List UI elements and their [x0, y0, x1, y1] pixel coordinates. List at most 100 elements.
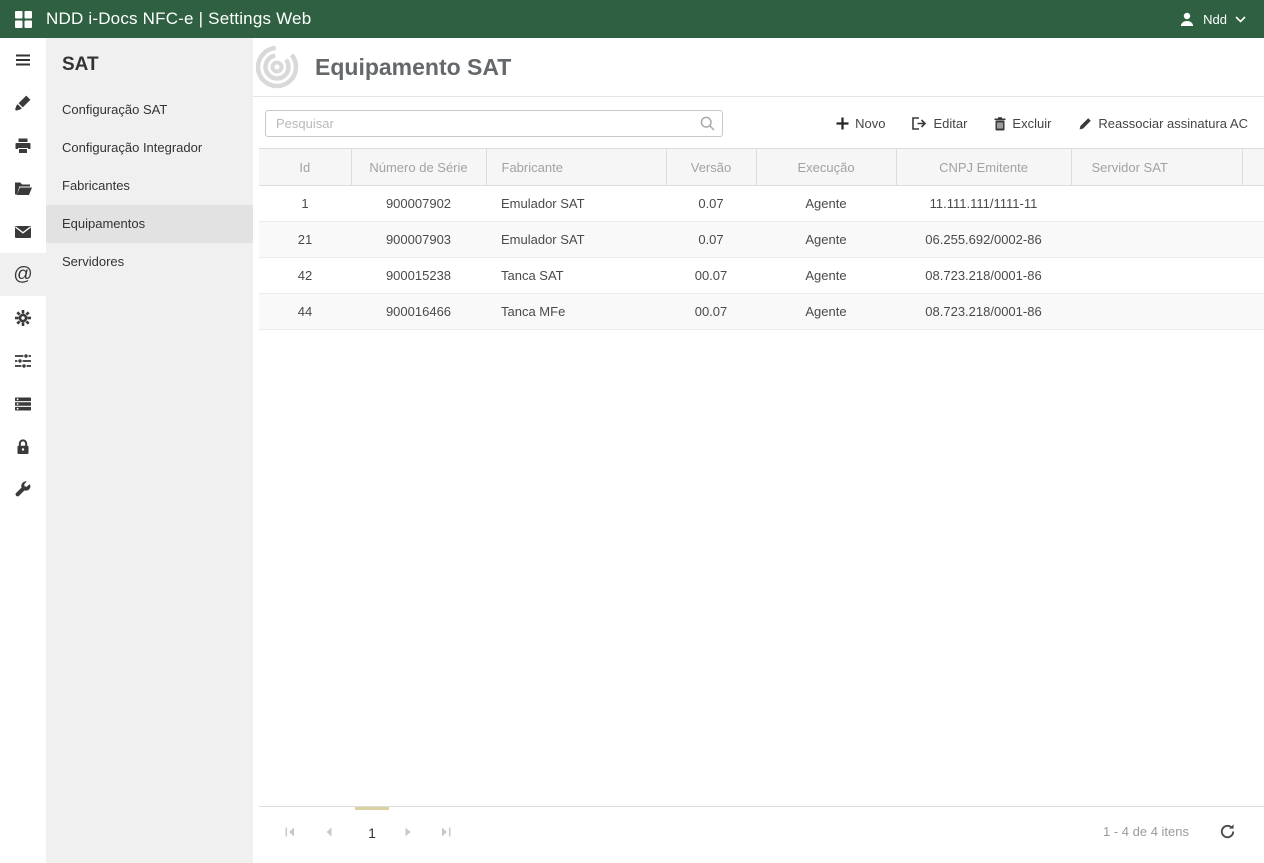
app-title: NDD i-Docs NFC-e | Settings Web [46, 9, 312, 28]
sidebar-item-servidores[interactable]: Servidores [46, 243, 253, 281]
rail-item-design[interactable] [0, 81, 46, 124]
app-grid-icon[interactable] [0, 10, 46, 29]
envelope-icon [15, 225, 31, 238]
refresh-button[interactable] [1219, 823, 1236, 840]
sidebar-item-configuracao-sat[interactable]: Configuração SAT [46, 91, 253, 129]
rail-item-menu[interactable] [0, 38, 46, 81]
chevron-down-icon [1235, 15, 1246, 23]
queue-icon [15, 397, 31, 410]
table-cell [1071, 185, 1242, 222]
table-cell: Agente [756, 185, 896, 222]
user-menu[interactable]: Ndd [1179, 11, 1246, 27]
reassociar-assinatura-button[interactable]: Reassociar assinatura AC [1078, 116, 1248, 131]
gear-icon [15, 309, 31, 326]
excluir-button[interactable]: Excluir [994, 116, 1051, 131]
table-body: 1 900007902 Emulador SAT 0.07 Agente 11.111.1… [259, 185, 1264, 330]
last-page-button[interactable] [433, 819, 459, 845]
equipment-grid: Id Número de Série Fabricante Versão Execuçã… [259, 148, 1264, 863]
table-cell: 1 [259, 185, 351, 222]
rail-item-at[interactable]: @ [0, 253, 46, 296]
trash-icon [994, 116, 1006, 130]
pager-info: 1 - 4 de 4 itens [1103, 824, 1189, 839]
table-cell: 44 [259, 293, 351, 330]
column-header[interactable]: Execução [755, 148, 896, 186]
rail-item-settings[interactable] [0, 296, 46, 339]
search-box [265, 110, 723, 137]
rail-item-printer[interactable] [0, 124, 46, 167]
pencil-icon [1080, 117, 1092, 129]
table-row[interactable]: 1 900007902 Emulador SAT 0.07 Agente 11.111.1… [259, 185, 1264, 222]
rail-item-documents[interactable] [0, 167, 46, 210]
rail-item-security[interactable] [0, 425, 46, 468]
table-cell [1071, 257, 1242, 294]
table-cell: Agente [756, 257, 896, 294]
table-cell: Emulador SAT [486, 185, 666, 222]
refresh-icon [1220, 824, 1235, 839]
table-cell: 21 [259, 221, 351, 258]
prev-page-button[interactable] [315, 819, 341, 845]
column-header[interactable]: Id [259, 148, 351, 186]
next-page-button[interactable] [395, 819, 421, 845]
printer-icon [15, 138, 31, 154]
main-content: Equipamento SAT Novo [253, 38, 1264, 863]
first-page-button[interactable] [277, 819, 303, 845]
table-cell: Emulador SAT [486, 221, 666, 258]
table-cell: 06.255.692/0002-86 [896, 221, 1071, 258]
novo-button[interactable]: Novo [836, 116, 885, 131]
table-cell: 0.07 [666, 185, 756, 222]
wrench-icon [15, 480, 31, 496]
icon-rail: @ [0, 38, 46, 863]
header-scrollbar-spacer [1241, 148, 1264, 186]
sidebar-item-configuracao-integrador[interactable]: Configuração Integrador [46, 129, 253, 167]
menu-icon [16, 54, 30, 65]
table-cell [1071, 221, 1242, 258]
table-cell: 08.723.218/0001-86 [896, 293, 1071, 330]
edit-icon [912, 117, 927, 130]
at-icon: @ [13, 263, 33, 285]
table-row[interactable]: 42 900015238 Tanca SAT 00.07 Agente 08.723.21… [259, 257, 1264, 294]
pager: 1 1 - 4 de 4 itens [259, 806, 1264, 856]
user-icon [1180, 12, 1194, 26]
table-cell: 900016466 [351, 293, 486, 330]
table-cell: 08.723.218/0001-86 [896, 257, 1071, 294]
lock-icon [17, 438, 29, 454]
column-header[interactable]: CNPJ Emitente [895, 148, 1071, 186]
table-cell: Agente [756, 293, 896, 330]
sidebar-item-equipamentos[interactable]: Equipamentos [46, 205, 253, 243]
rail-item-mail[interactable] [0, 210, 46, 253]
column-header[interactable]: Versão [665, 148, 756, 186]
editar-button[interactable]: Editar [912, 116, 967, 131]
table-cell: Tanca SAT [486, 257, 666, 294]
table-cell: 0.07 [666, 221, 756, 258]
table-cell: 11.111.111/1111-11 [896, 185, 1071, 222]
rail-item-tools[interactable] [0, 468, 46, 511]
table-row[interactable]: 44 900016466 Tanca MFe 00.07 Agente 08.723.21… [259, 293, 1264, 330]
sidebar: SAT Configuração SAT Configuração Integr… [46, 38, 253, 863]
table-cell: 900007902 [351, 185, 486, 222]
column-header[interactable]: Servidor SAT [1070, 148, 1242, 186]
equipment-table: Id Número de Série Fabricante Versão Execuçã… [259, 148, 1264, 330]
table-cell: 900007903 [351, 221, 486, 258]
sidebar-item-fabricantes[interactable]: Fabricantes [46, 167, 253, 205]
table-cell: Tanca MFe [486, 293, 666, 330]
brush-icon [15, 95, 31, 111]
table-cell [1071, 293, 1242, 330]
table-cell: 00.07 [666, 257, 756, 294]
first-page-icon [285, 827, 294, 836]
current-page[interactable]: 1 [355, 806, 389, 856]
table-row[interactable]: 21 900007903 Emulador SAT 0.07 Agente 06.255.… [259, 221, 1264, 258]
search-input[interactable] [265, 110, 723, 137]
column-header[interactable]: Fabricante [485, 148, 666, 186]
page-title: Equipamento SAT [315, 53, 512, 80]
rail-item-queue[interactable] [0, 382, 46, 425]
spiral-logo-icon [255, 45, 299, 89]
search-icon[interactable] [699, 115, 716, 132]
grid-toolbar: Novo Editar Excluir Reassociar assinatur… [836, 116, 1248, 131]
column-header[interactable]: Número de Série [350, 148, 486, 186]
rail-item-filters[interactable] [0, 339, 46, 382]
table-cell: Agente [756, 221, 896, 258]
table-cell: 42 [259, 257, 351, 294]
plus-icon [836, 117, 849, 130]
row-spacer [1242, 221, 1264, 258]
grid-empty-area [259, 330, 1264, 806]
